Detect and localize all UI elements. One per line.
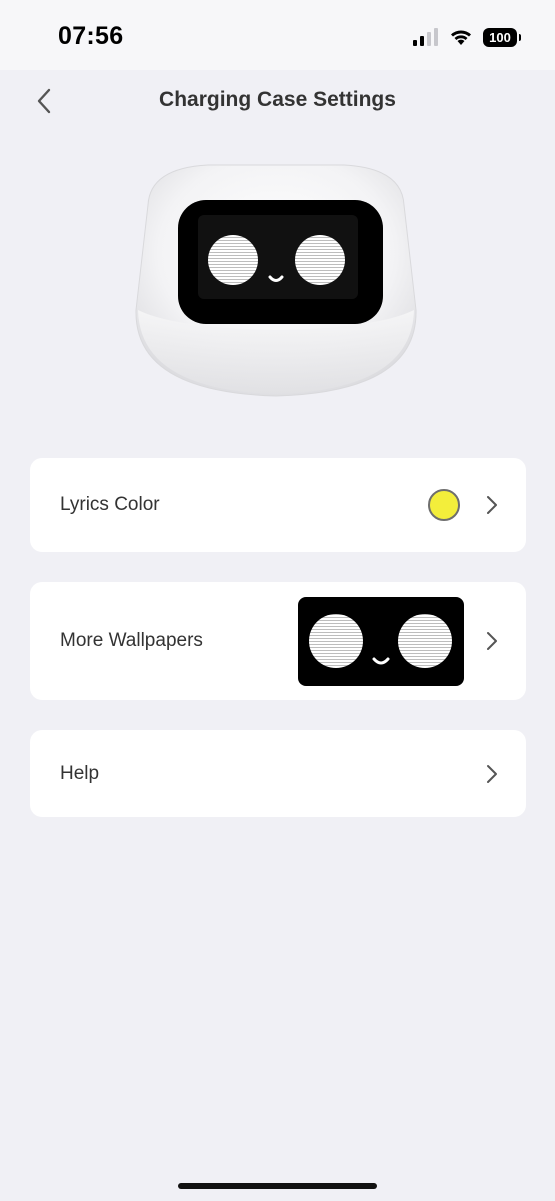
chevron-right-icon <box>487 496 497 514</box>
signal-icon <box>413 28 438 46</box>
status-bar: 07:56 100 <box>0 0 555 70</box>
lyrics-color-swatch <box>428 489 460 521</box>
battery-level: 100 <box>489 29 511 45</box>
more-wallpapers-row[interactable]: More Wallpapers <box>30 582 526 700</box>
help-label: Help <box>60 763 100 784</box>
page-title: Charging Case Settings <box>159 88 396 111</box>
chevron-right-icon <box>487 765 497 783</box>
charging-case-image <box>128 160 424 400</box>
lyrics-color-label: Lyrics Color <box>60 494 160 515</box>
status-time: 07:56 <box>58 22 124 50</box>
help-row[interactable]: Help <box>30 730 526 817</box>
lyrics-color-row[interactable]: Lyrics Color <box>30 458 526 552</box>
more-wallpapers-label: More Wallpapers <box>60 630 203 651</box>
wifi-icon <box>451 30 471 45</box>
battery-icon: 100 <box>483 27 521 47</box>
status-icons: 100 <box>413 24 521 50</box>
home-indicator[interactable] <box>178 1183 377 1189</box>
nav-bar: Charging Case Settings <box>0 70 555 130</box>
wallpaper-thumbnail <box>298 597 464 686</box>
chevron-right-icon <box>487 632 497 650</box>
